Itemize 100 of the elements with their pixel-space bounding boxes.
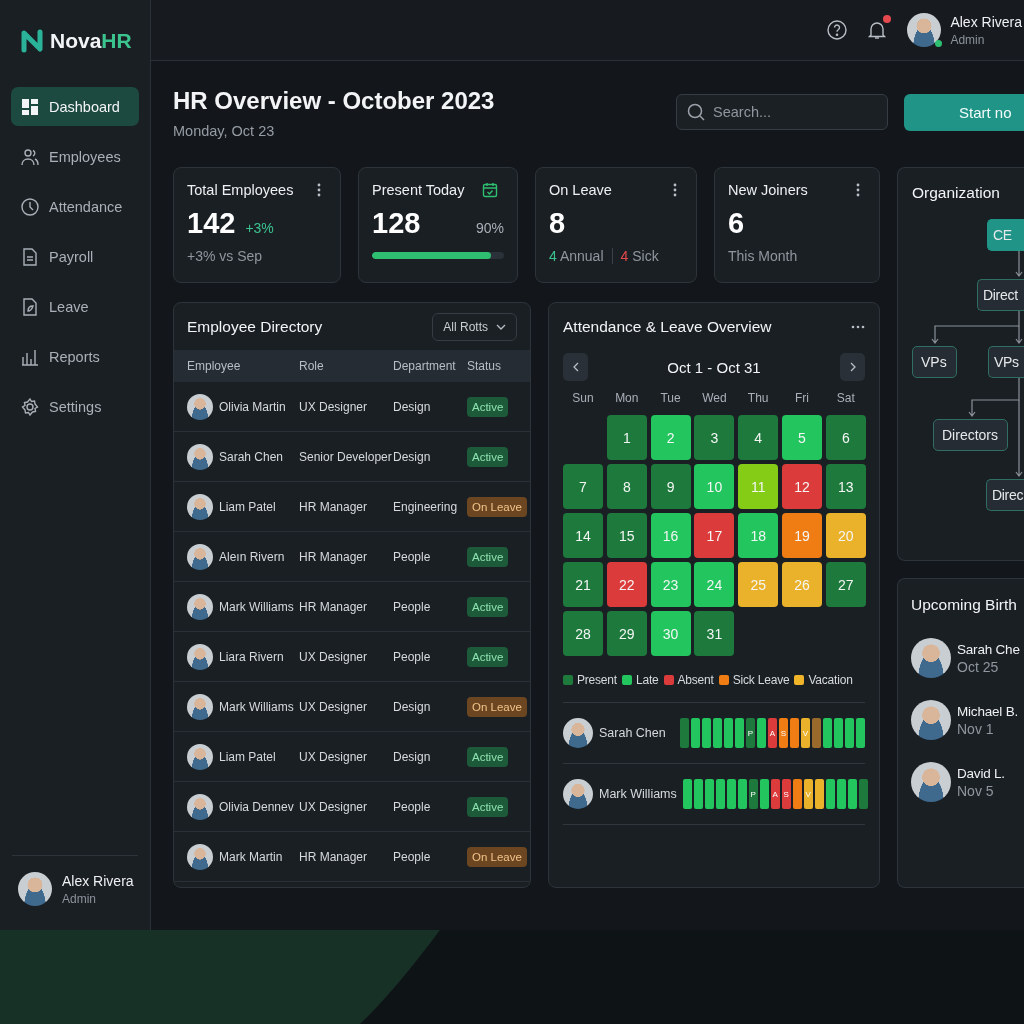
stat-value: 8 (549, 207, 566, 240)
table-cell-text: People (393, 649, 432, 664)
column-header[interactable]: Employee (187, 359, 299, 373)
status-badge: Active (467, 396, 509, 417)
stat-title: New Joiners (728, 182, 808, 198)
org-node[interactable]: Direct (977, 279, 1024, 311)
calendar-day[interactable]: 13 (825, 464, 866, 509)
avatar (187, 843, 213, 870)
attendance-segment: V (803, 779, 813, 809)
avatar (18, 872, 52, 906)
column-header[interactable]: Status (467, 359, 530, 373)
nav-item[interactable]: Leave (11, 287, 139, 326)
table-cell-text: Design (393, 699, 432, 714)
org-node[interactable]: Directors (933, 419, 1008, 451)
weekday-label: Fri (794, 391, 810, 407)
calendar-day[interactable]: 21 (563, 562, 603, 607)
table-cell-text: HR Manager (299, 599, 369, 614)
stat-value: 6 (728, 207, 745, 240)
attendance-segment: A (770, 779, 780, 809)
calendar-day[interactable]: 28 (563, 611, 603, 656)
calendar-day[interactable]: 8 (606, 464, 647, 509)
stat-value: 142 (187, 207, 236, 240)
calendar-day[interactable]: 19 (782, 513, 822, 558)
bell-icon[interactable] (867, 20, 888, 40)
nav-item[interactable]: Dashboard (11, 87, 139, 126)
table-cell-text: HR Manager (299, 549, 369, 564)
org-node[interactable]: VPs (912, 346, 957, 378)
settings-icon (21, 397, 39, 416)
calendar-day[interactable]: 14 (563, 513, 603, 558)
calendar-day[interactable]: 3 (694, 415, 735, 460)
column-header[interactable]: Role (299, 359, 393, 373)
column-header[interactable]: Department (393, 359, 467, 373)
nav-item[interactable]: Payroll (11, 237, 139, 276)
legend-label: Present (577, 673, 617, 687)
next-button[interactable] (840, 353, 865, 381)
more-icon[interactable] (317, 183, 321, 197)
card-title: Upcoming Birth (911, 596, 1017, 614)
clock-icon (21, 197, 39, 216)
nav-item[interactable]: Settings (11, 387, 139, 426)
calendar-day[interactable]: 9 (650, 464, 691, 509)
filter-dropdown[interactable]: All Rotts (432, 312, 517, 341)
attendance-segment: V (801, 718, 810, 748)
calendar-day[interactable]: 1 (606, 415, 647, 460)
chevron-down-icon (496, 323, 506, 330)
calendar-day[interactable]: 27 (825, 562, 866, 607)
more-icon[interactable] (856, 183, 860, 197)
calendar-day[interactable]: 29 (606, 611, 647, 656)
table-cell-text: Engineering (393, 499, 459, 514)
org-node[interactable]: Direc (986, 479, 1024, 511)
calendar-day[interactable]: 7 (563, 464, 603, 509)
chevron-left-icon (572, 362, 579, 372)
start-button[interactable]: Start no (904, 94, 1024, 131)
trend-value: +3% (245, 220, 274, 236)
chevron-right-icon (849, 362, 856, 372)
weekday-label: Mon (614, 391, 640, 407)
date-range: Oct 1 - Oct 31 (667, 358, 761, 376)
nav-item[interactable]: Employees (11, 137, 139, 176)
table-cell: Senior Developer (299, 449, 393, 464)
calendar-day[interactable]: 12 (782, 464, 822, 509)
stat-note: +3% vs Sep (187, 248, 264, 264)
avatar (187, 693, 213, 720)
more-icon[interactable] (851, 324, 865, 329)
table-cell-text: People (393, 799, 432, 814)
avatar (187, 593, 213, 620)
nav-item[interactable]: Reports (11, 337, 139, 376)
calendar-day[interactable]: 22 (606, 562, 647, 607)
calendar-day[interactable]: 6 (825, 415, 866, 460)
table-cell: Liam Patel (219, 749, 276, 764)
status-badge: Active (467, 546, 509, 567)
table-cell: Liam Patel (219, 499, 276, 514)
page-title: HR Overview - October 2023 (173, 87, 496, 115)
table-cell: Liara Rivern (219, 649, 284, 664)
table-cell-text: People (393, 599, 432, 614)
help-icon[interactable] (827, 20, 848, 40)
calendar-day[interactable]: 4 (738, 415, 779, 460)
legend-label: Late (635, 673, 659, 687)
avatar (187, 543, 213, 570)
table-cell-text: UX Designer (299, 749, 369, 764)
calendar-day[interactable]: 31 (694, 611, 735, 656)
more-icon[interactable] (673, 183, 677, 197)
status-badge: Active (467, 746, 509, 767)
previous-button[interactable] (563, 353, 588, 381)
nav-item[interactable]: Attendance (11, 187, 139, 226)
table-cell: Mark Williams (219, 599, 294, 614)
search-field[interactable]: Search... (676, 94, 888, 130)
calendar-day[interactable]: 15 (606, 513, 647, 558)
stat-title: Total Employees (187, 182, 294, 198)
people-icon (21, 147, 39, 166)
calendar-day[interactable]: 17 (694, 513, 735, 558)
table-cell: Mark Martin (219, 849, 283, 864)
table-cell-text: Design (393, 749, 432, 764)
status-badge: On Leave (467, 696, 527, 717)
org-node[interactable]: VPs (988, 346, 1024, 378)
stat-title: On Leave (549, 182, 612, 198)
weekday-label: Sat (835, 391, 856, 407)
brand-name: NovaHR (50, 28, 132, 53)
table-cell-text: People (393, 849, 432, 864)
connector-arrow (1015, 250, 1023, 277)
status-badge: On Leave (467, 496, 527, 517)
org-node[interactable]: CE (987, 219, 1024, 251)
